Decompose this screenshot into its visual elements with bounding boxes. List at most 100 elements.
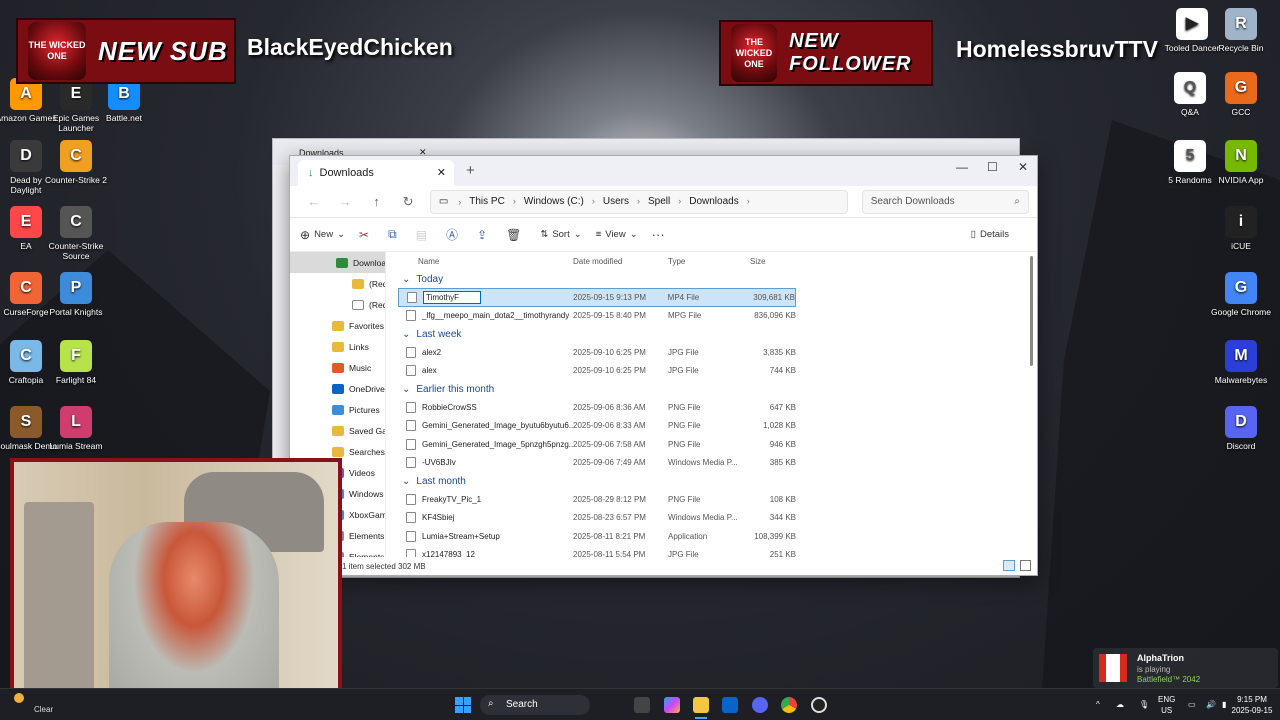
column-date[interactable]: Date modified: [573, 257, 668, 266]
cut-icon[interactable]: ✂: [359, 228, 369, 242]
weather-widget[interactable]: Clear: [12, 693, 53, 714]
column-name[interactable]: Name: [398, 257, 573, 266]
network-icon[interactable]: ▭: [1188, 699, 1196, 710]
file-row[interactable]: Gemini_Generated_Image_5pnzgh5pnzg... 202…: [398, 435, 1026, 454]
view-button[interactable]: ≡ View ⌄: [596, 229, 638, 240]
chevron-right-icon[interactable]: ›: [513, 196, 516, 207]
sidebar-item[interactable]: (Red Fire): [290, 294, 385, 315]
sidebar-item[interactable]: Downloads: [290, 252, 385, 273]
desktop-icon[interactable]: N NVIDIA App: [1209, 140, 1273, 185]
new-button[interactable]: ⊕ New ⌄: [300, 228, 345, 242]
up-arrow-icon[interactable]: ↑: [361, 194, 392, 209]
chevron-down-icon[interactable]: ⌄: [402, 476, 410, 487]
desktop-icon[interactable]: i iCUE: [1209, 206, 1273, 251]
file-row[interactable]: FreakyTV_Pic_1 2025-08-29 8:12 PM PNG File…: [398, 490, 1026, 509]
minimize-icon[interactable]: —: [956, 160, 968, 174]
column-type[interactable]: Type: [668, 257, 746, 266]
forward-arrow-icon[interactable]: →: [329, 194, 360, 209]
address-bar[interactable]: ▭ › This PC › Windows (C:) › Users › Spell › Dow…: [429, 189, 848, 214]
explorer-window[interactable]: ↓ Downloads ✕ + — ☐ ✕ ← → ↑ ↻ ▭ › This P…: [289, 155, 1038, 576]
file-row[interactable]: alex 2025-09-10 6:25 PM JPG File 744 KB: [398, 362, 1026, 381]
desktop-icon[interactable]: P Portal Knights: [44, 272, 108, 317]
group-header[interactable]: ⌄ Last month: [398, 472, 1026, 490]
desktop-icon[interactable]: G GCC: [1209, 72, 1273, 117]
sidebar-item[interactable]: Favorites: [290, 315, 385, 336]
new-tab-button[interactable]: +: [466, 162, 475, 179]
chevron-right-icon[interactable]: ›: [678, 196, 681, 207]
file-row[interactable]: alex2 2025-09-10 6:25 PM JPG File 3,835 KB: [398, 343, 1026, 362]
start-button[interactable]: [455, 697, 471, 713]
taskbar-search[interactable]: ⌕ Search: [480, 695, 590, 715]
cloud-icon[interactable]: ☁: [1116, 699, 1124, 710]
desktop-icon[interactable]: C Counter-Strike 2: [44, 140, 108, 185]
details-view-icon[interactable]: [1003, 560, 1015, 571]
desktop-icon[interactable]: B Battle.net: [92, 78, 156, 123]
copilot-icon[interactable]: [664, 697, 680, 713]
sidebar-item[interactable]: (Red Fire): [290, 273, 385, 294]
sort-button[interactable]: ⇅ Sort ⌄: [540, 229, 581, 240]
file-explorer-icon[interactable]: [693, 697, 709, 713]
discord-icon[interactable]: [752, 697, 768, 713]
breadcrumb-item[interactable]: Spell: [648, 196, 670, 207]
file-row[interactable]: TimothyF 2025-09-15 9:13 PM MP4 File 309,68…: [398, 288, 796, 307]
close-icon[interactable]: ✕: [1018, 160, 1028, 174]
chevron-down-icon[interactable]: ⌄: [402, 384, 410, 395]
copy-icon[interactable]: ⧉: [388, 227, 397, 242]
clock[interactable]: 9:15 PM 2025-09-15: [1222, 694, 1280, 716]
file-row[interactable]: _lfg__meepo_main_dota2__timothyrandy 2025…: [398, 307, 1026, 326]
chevron-down-icon[interactable]: ⌄: [402, 329, 410, 340]
file-row[interactable]: Lumia+Stream+Setup 2025-08-11 8:21 PM Appl…: [398, 527, 1026, 546]
breadcrumb-item[interactable]: Users: [603, 196, 629, 207]
sidebar-item[interactable]: Music: [290, 357, 385, 378]
back-arrow-icon[interactable]: ←: [298, 194, 329, 209]
rename-input[interactable]: TimothyF: [423, 290, 481, 304]
task-view-icon[interactable]: [634, 697, 650, 713]
group-header[interactable]: ⌄ Last week: [398, 325, 1026, 343]
volume-icon[interactable]: 🔊: [1206, 699, 1216, 710]
column-size[interactable]: Size: [746, 257, 796, 266]
desktop-icon-partial[interactable]: ▶ Tooled Dancer: [1160, 8, 1224, 53]
chevron-right-icon[interactable]: ›: [592, 196, 595, 207]
details-button[interactable]: ▯ Details: [971, 229, 1009, 240]
friend-activity-notification[interactable]: AlphaTrion is playing Battlefield™ 2042: [1093, 648, 1278, 688]
group-header[interactable]: ⌄ Today: [398, 270, 1026, 288]
more-options-icon[interactable]: ···: [652, 227, 665, 242]
sidebar-item[interactable]: Saved Games: [290, 420, 385, 441]
desktop-icon[interactable]: G Google Chrome: [1209, 272, 1273, 317]
sidebar-item[interactable]: Pictures: [290, 399, 385, 420]
tray-overflow-icon[interactable]: ^: [1096, 699, 1100, 710]
breadcrumb-item[interactable]: Downloads: [689, 196, 738, 207]
refresh-icon[interactable]: ↻: [392, 194, 423, 210]
maximize-icon[interactable]: ☐: [987, 160, 998, 174]
chevron-right-icon[interactable]: ›: [637, 196, 640, 207]
vertical-scrollbar[interactable]: [1030, 256, 1033, 366]
language-indicator[interactable]: ENG US: [1158, 694, 1175, 716]
tab-close-icon[interactable]: ✕: [437, 166, 446, 179]
desktop-icon[interactable]: L Lumia Stream: [44, 406, 108, 451]
rename-icon[interactable]: Ⓐ: [446, 226, 458, 243]
file-row[interactable]: Gemini_Generated_Image_byutu6byutu6... 20…: [398, 417, 1026, 436]
file-row[interactable]: KF4Sbiej 2025-08-23 6:57 PM Windows Media …: [398, 509, 1026, 528]
chevron-down-icon[interactable]: ⌄: [402, 274, 410, 285]
group-header[interactable]: ⌄ Earlier this month: [398, 380, 1026, 398]
mic-icon[interactable]: 🎙: [1139, 699, 1149, 710]
sidebar-item[interactable]: Links: [290, 336, 385, 357]
tiles-view-icon[interactable]: [1020, 560, 1031, 571]
file-row[interactable]: -UV6BJIv 2025-09-06 7:49 AM Windows Media …: [398, 454, 1026, 473]
file-row[interactable]: RobbieCrowSS 2025-09-06 8:36 AM PNG File 64…: [398, 398, 1026, 417]
chrome-icon[interactable]: [781, 697, 797, 713]
sidebar-item[interactable]: OneDrive: [290, 378, 385, 399]
desktop-icon[interactable]: F Farlight 84: [44, 340, 108, 385]
chevron-right-icon[interactable]: ›: [747, 196, 750, 207]
paste-icon[interactable]: ▤: [416, 228, 427, 242]
obs-icon[interactable]: [811, 697, 827, 713]
delete-icon[interactable]: 🗑: [506, 228, 521, 242]
desktop-icon[interactable]: C Counter-Strike Source: [44, 206, 108, 261]
tab-downloads[interactable]: ↓ Downloads ✕: [298, 160, 454, 186]
desktop-icon[interactable]: M Malwarebytes: [1209, 340, 1273, 385]
breadcrumb-item[interactable]: Windows (C:): [524, 196, 584, 207]
search-input[interactable]: Search Downloads ⌕: [861, 189, 1029, 214]
outlook-icon[interactable]: [722, 697, 738, 713]
desktop-icon[interactable]: D Discord: [1209, 406, 1273, 451]
breadcrumb-item[interactable]: This PC: [469, 196, 505, 207]
